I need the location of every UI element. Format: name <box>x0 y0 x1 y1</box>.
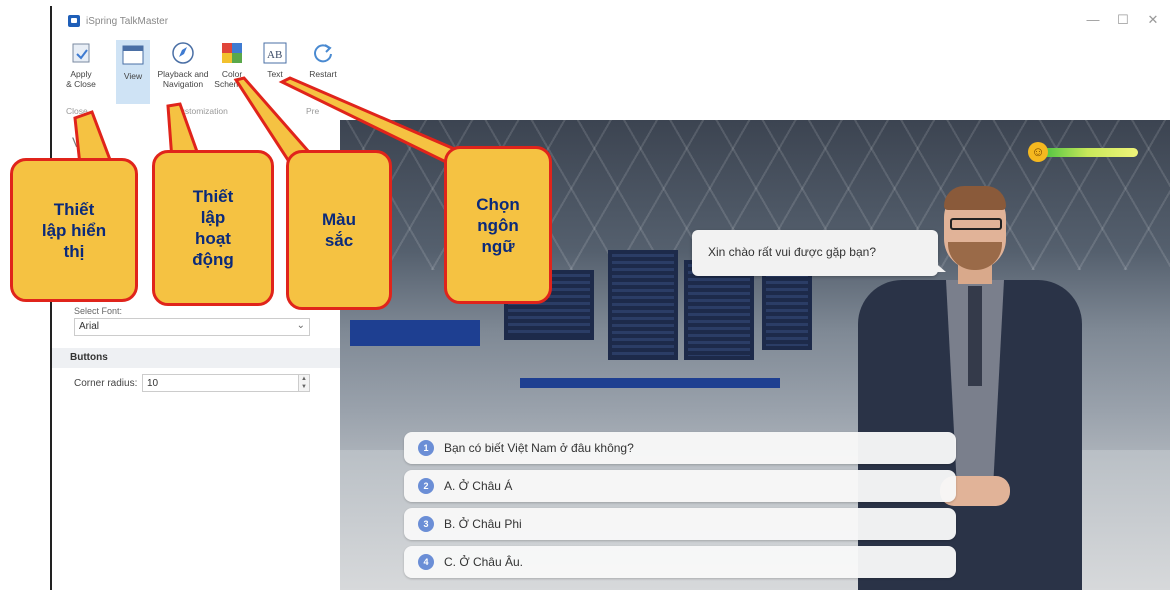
speech-bubble: Xin chào rất vui được gặp bạn? <box>692 230 938 276</box>
maximize-button[interactable]: ☐ <box>1108 12 1138 28</box>
airport-sign <box>350 320 480 346</box>
compass-icon <box>169 40 197 66</box>
font-select-value: Arial <box>79 321 100 332</box>
group-preview-label: Pre <box>306 106 320 116</box>
close-window-button[interactable]: ✕ <box>1138 12 1168 28</box>
buttons-section-header: Buttons <box>52 348 340 368</box>
view-button[interactable]: View <box>116 40 150 104</box>
restart-button[interactable]: Restart <box>306 40 340 79</box>
callout-display-settings: Thiết lập hiển thị <box>10 158 138 302</box>
color-schemes-icon <box>218 40 246 66</box>
answer-text: C. Ở Châu Âu. <box>444 555 523 569</box>
departure-board <box>608 250 678 360</box>
mood-meter: ☺ <box>1028 142 1170 162</box>
playback-navigation-label: Playback and Navigation <box>157 69 209 89</box>
answer-number: 3 <box>418 516 434 532</box>
answer-number: 2 <box>418 478 434 494</box>
view-icon <box>119 42 147 68</box>
font-select[interactable]: Arial ⌄ <box>74 318 310 336</box>
question-row: 1 Bạn có biết Việt Nam ở đâu không? <box>404 432 956 464</box>
ribbon-toolbar: Apply & Close View Playback and Navigati… <box>52 36 352 120</box>
answer-number: 4 <box>418 554 434 570</box>
chevron-down-icon: ⌄ <box>296 320 305 331</box>
answer-text: A. Ở Châu Á <box>444 479 513 493</box>
corner-radius-stepper[interactable]: ▲ ▼ <box>298 374 310 392</box>
group-close-label: Close <box>66 106 88 116</box>
question-text: Bạn có biết Việt Nam ở đâu không? <box>444 441 634 455</box>
question-number: 1 <box>418 440 434 456</box>
window-title: iSpring TalkMaster <box>86 15 169 27</box>
answer-option[interactable]: 4 C. Ở Châu Âu. <box>404 546 956 578</box>
answer-option[interactable]: 2 A. Ở Châu Á <box>404 470 956 502</box>
playback-navigation-button[interactable]: Playback and Navigation <box>154 40 212 89</box>
group-customization-label: Customization <box>174 106 228 116</box>
color-schemes-label: Color Schemes <box>214 69 250 89</box>
color-schemes-button[interactable]: Color Schemes <box>214 40 250 89</box>
callout-color: Màu sắc <box>286 150 392 310</box>
text-ab-icon: AB <box>261 40 289 66</box>
select-font-label: Select Font: <box>74 306 123 316</box>
sidebar-heading: Vi <box>72 134 85 150</box>
svg-text:AB: AB <box>267 49 282 61</box>
glasses <box>950 218 1002 230</box>
smiley-icon: ☺ <box>1028 142 1048 162</box>
mood-meter-bar <box>1038 148 1138 157</box>
answer-text: B. Ở Châu Phi <box>444 517 522 531</box>
airport-sign <box>520 378 780 388</box>
app-logo-icon <box>68 15 80 27</box>
callout-language: Chọn ngôn ngữ <box>444 146 552 304</box>
text-button[interactable]: AB Text <box>260 40 290 79</box>
minimize-button[interactable]: — <box>1078 12 1108 27</box>
departure-board <box>762 270 812 350</box>
restart-icon <box>309 40 337 66</box>
apply-close-label: Apply & Close <box>66 69 96 89</box>
apply-close-icon <box>67 40 95 66</box>
answer-option[interactable]: 3 B. Ở Châu Phi <box>404 508 956 540</box>
corner-radius-input[interactable]: 10 <box>142 374 306 392</box>
corner-radius-label: Corner radius: <box>74 378 138 389</box>
restart-label: Restart <box>309 69 337 79</box>
view-label: View <box>123 71 143 81</box>
title-bar: iSpring TalkMaster — ☐ ✕ <box>52 6 1170 36</box>
apply-close-button[interactable]: Apply & Close <box>66 40 96 89</box>
text-label: Text <box>267 69 283 79</box>
callout-activity-settings: Thiết lập hoạt động <box>152 150 274 306</box>
